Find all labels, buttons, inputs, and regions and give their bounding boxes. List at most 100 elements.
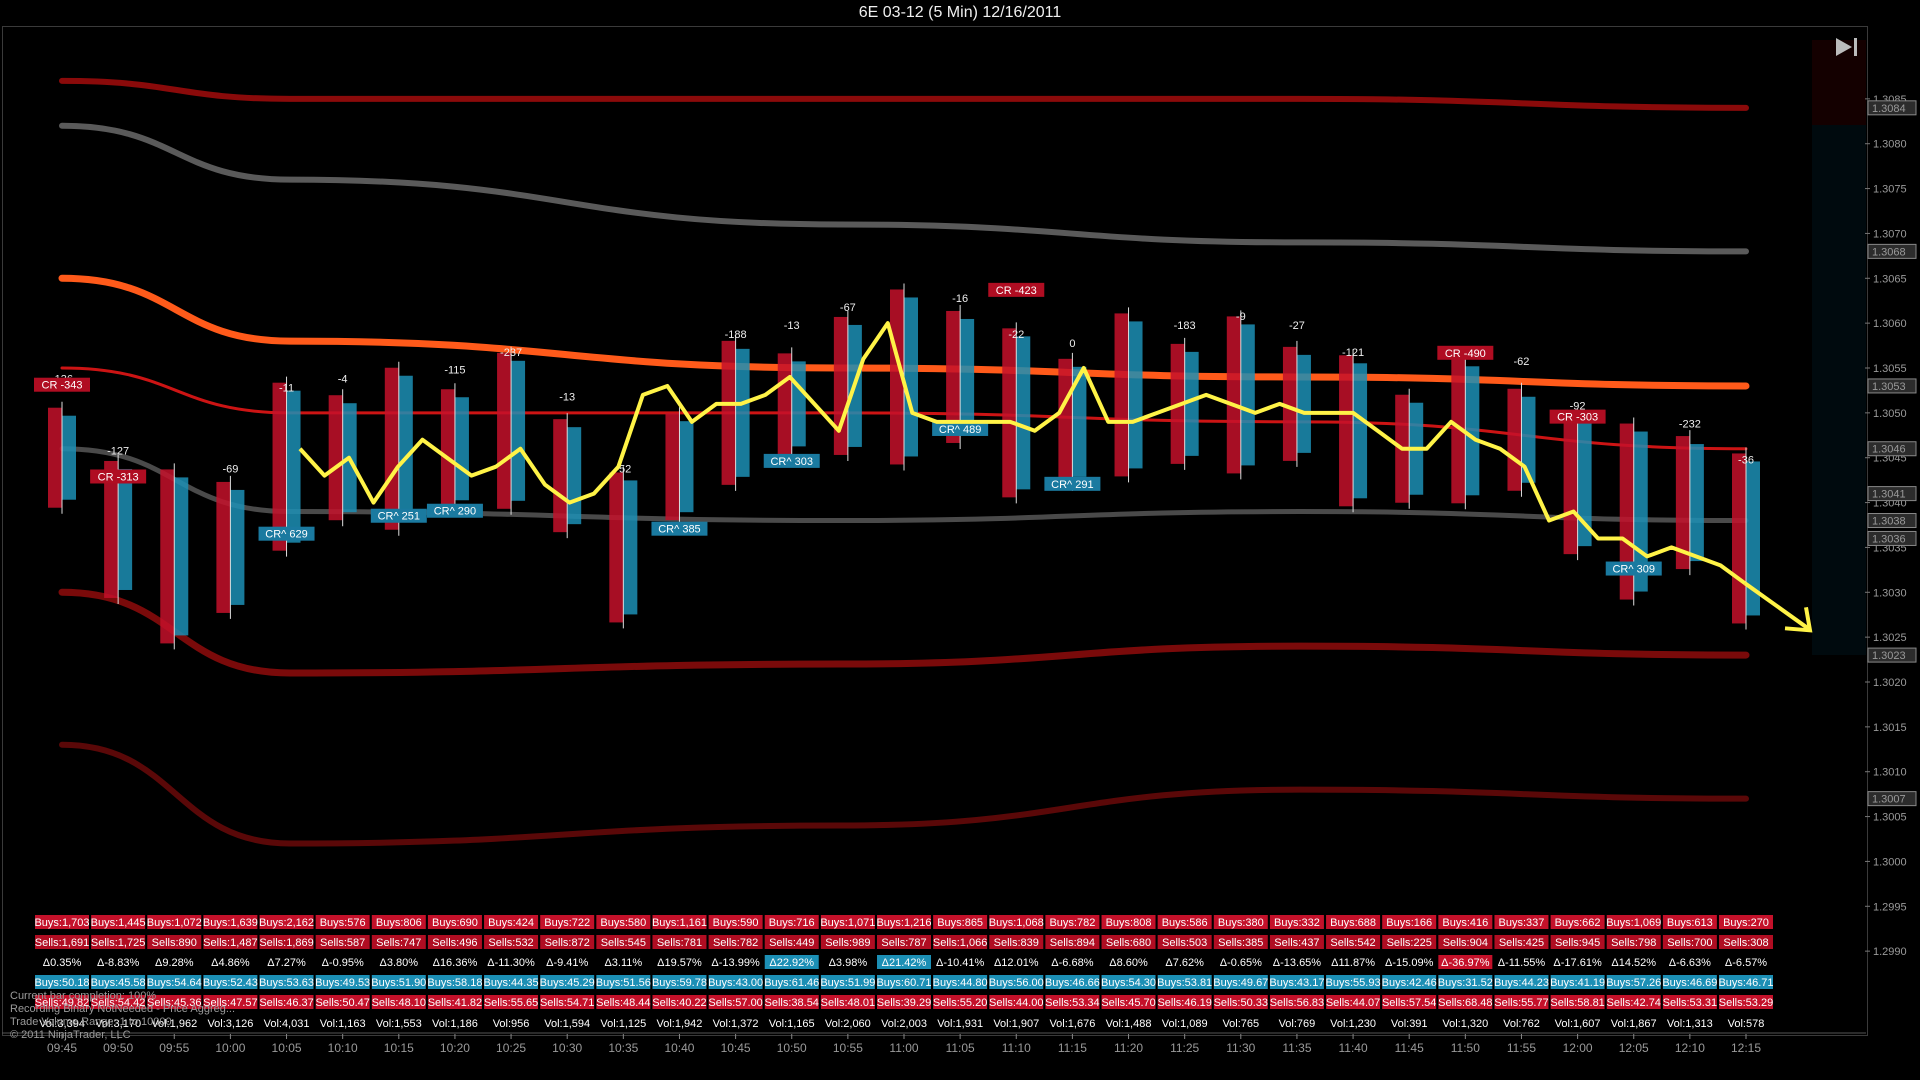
sells-count: Sells:225 [1387,937,1432,949]
delta-percent: Δ3.11% [604,957,642,969]
buys-footprint [160,469,175,644]
cr-label: CR^ 489 [939,424,981,436]
sells-percent: Sells:48.44 [596,997,650,1009]
x-tick-label: 09:55 [159,1041,189,1055]
buys-footprint [1732,453,1746,624]
sells-count: Sells:680 [1106,937,1151,949]
sells-footprint [511,360,526,501]
buys-percent: Buys:45.58 [91,977,146,989]
delta-label: -4 [338,374,348,386]
buys-count: Buys:613 [1667,917,1713,929]
x-tick-label: 10:15 [384,1041,414,1055]
sells-count: Sells:385 [1218,937,1263,949]
x-tick-label: 11:00 [889,1041,918,1055]
buys-count: Buys:1,072 [147,917,202,929]
sells-percent: Sells:54.71 [540,997,594,1009]
cr-label: CR^ 385 [658,524,700,536]
x-tick-label: 10:30 [552,1041,582,1055]
price-chart[interactable]: 1.30851.30801.30751.30701.30651.30601.30… [0,0,1920,1080]
sells-percent: Sells:55.77 [1494,997,1548,1009]
sells-percent: Sells:55.20 [933,997,987,1009]
delta-label: -9 [1236,311,1246,323]
buys-percent: Buys:31.52 [1438,977,1493,989]
buys-count: Buys:662 [1555,917,1601,929]
sells-percent: Sells:55.65 [484,997,538,1009]
sells-count: Sells:1,691 [35,937,89,949]
sells-percent: Sells:50.47 [315,997,369,1009]
sells-count: Sells:1,725 [91,937,145,949]
recording-text: Recording Binary NotNeeded - Price Aggre… [10,1003,236,1015]
buys-footprint [665,413,680,521]
volume: Vol:1,488 [1106,1018,1152,1030]
delta-label: -11 [279,383,294,395]
buys-footprint [1563,415,1578,555]
x-tick-label: 10:45 [721,1041,751,1055]
delta-percent: Δ-9.41% [546,957,588,969]
delta-percent: Δ-11.30% [487,957,535,969]
volume: Vol:1,607 [1555,1018,1601,1030]
delta-label: -62 [1514,356,1530,368]
y-tick-label: 1.3050 [1873,408,1907,420]
x-tick-label: 12:15 [1731,1041,1761,1055]
buys-percent: Buys:46.71 [1718,977,1773,989]
sells-count: Sells:747 [376,937,421,949]
sells-count: Sells:700 [1667,937,1712,949]
sells-footprint [960,318,975,435]
buys-percent: Buys:53.81 [1157,977,1212,989]
buys-footprint [384,367,399,530]
x-tick-label: 11:40 [1338,1041,1367,1055]
volume: Vol:1,089 [1162,1018,1208,1030]
sells-count: Sells:945 [1555,937,1600,949]
x-tick-label: 11:20 [1114,1041,1143,1055]
volume-range-text: Trade Volume Range: 1 to 10000 [10,1016,172,1028]
buys-count: Buys:1,703 [34,917,89,929]
sells-count: Sells:798 [1611,937,1656,949]
delta-percent: Δ21.42% [882,957,927,969]
price-label: 1.3038 [1872,516,1906,528]
x-tick-label: 10:10 [328,1041,358,1055]
volume: Vol:578 [1728,1018,1765,1030]
buys-count: Buys:2,162 [259,917,314,929]
delta-percent: Δ11.87% [1331,957,1375,969]
x-tick-label: 11:45 [1395,1041,1424,1055]
buys-footprint [833,316,848,455]
buys-count: Buys:270 [1723,917,1769,929]
cr-label: CR -343 [42,380,83,392]
buys-footprint [553,419,568,533]
delta-percent: Δ-6.63% [1669,957,1711,969]
x-tick-label: 09:50 [103,1041,133,1055]
delta-percent: Δ-13.99% [711,957,760,969]
x-tick-label: 10:40 [664,1041,694,1055]
cr-label: CR^ 303 [770,456,812,468]
buys-count: Buys:782 [1049,917,1095,929]
sells-count: Sells:1,869 [259,937,313,949]
sells-footprint [1240,324,1255,466]
delta-percent: Δ-0.65% [1220,957,1262,969]
y-tick-label: 1.3070 [1873,228,1907,240]
price-label: 1.3007 [1872,794,1906,806]
y-tick-label: 1.3030 [1873,587,1907,599]
buys-percent: Buys:56.00 [989,977,1044,989]
buys-percent: Buys:53.63 [259,977,314,989]
x-tick-label: 10:20 [440,1041,470,1055]
cr-label: CR^ 291 [1051,479,1093,491]
x-tick-label: 10:00 [215,1041,245,1055]
sells-percent: Sells:46.19 [1157,997,1211,1009]
buys-count: Buys:1,069 [1606,917,1661,929]
delta-label: -121 [1342,347,1364,359]
delta-percent: Δ3.80% [380,957,419,969]
sells-count: Sells:787 [881,937,926,949]
buys-count: Buys:806 [376,917,422,929]
buys-percent: Buys:51.90 [371,977,426,989]
delta-percent: Δ14.52% [1611,957,1656,969]
delta-percent: Δ8.60% [1109,957,1148,969]
y-tick-label: 1.3005 [1873,812,1907,824]
sells-percent: Sells:46.37 [259,997,313,1009]
buys-footprint [1058,358,1073,485]
sells-footprint [230,489,245,605]
status-text: Current bar completion: 100% Recording B… [10,990,235,1042]
delta-percent: Δ7.62% [1165,957,1204,969]
y-tick-label: 1.3015 [1873,722,1907,734]
sells-count: Sells:449 [769,937,814,949]
delta-percent: Δ-15.09% [1385,957,1434,969]
